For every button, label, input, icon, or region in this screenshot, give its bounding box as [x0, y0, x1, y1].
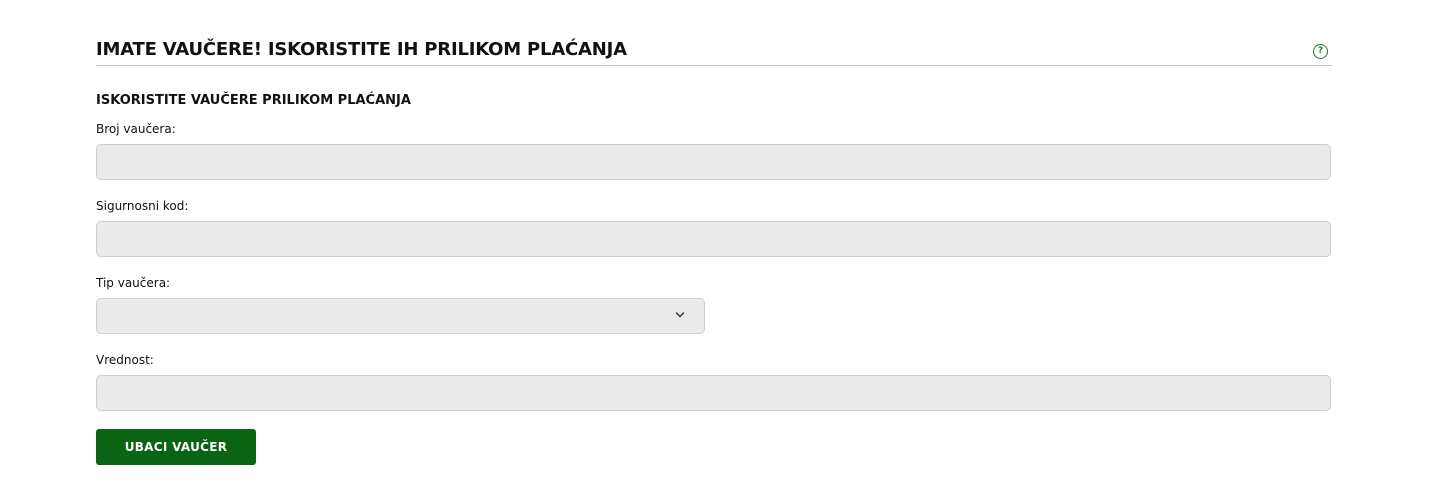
page-title: IMATE VAUČERE! ISKORISTITE IH PRILIKOM P…	[96, 39, 627, 60]
amount-label: Vrednost:	[96, 353, 154, 367]
voucher-number-label: Broj vaučera:	[96, 122, 176, 136]
voucher-header: IMATE VAUČERE! ISKORISTITE IH PRILIKOM P…	[96, 38, 1332, 66]
section-title: ISKORISTITE VAUČERE PRILIKOM PLAĆANJA	[96, 93, 411, 108]
amount-input[interactable]	[96, 375, 1331, 411]
security-code-input[interactable]	[96, 221, 1331, 257]
voucher-number-input[interactable]	[96, 144, 1331, 180]
help-icon[interactable]: ?	[1313, 44, 1328, 59]
apply-voucher-button[interactable]: UBACI VAUČER	[96, 429, 256, 465]
voucher-type-select[interactable]	[96, 298, 705, 334]
security-code-label: Sigurnosni kod:	[96, 199, 189, 213]
chevron-down-icon	[675, 312, 685, 318]
voucher-type-label: Tip vaučera:	[96, 276, 171, 290]
